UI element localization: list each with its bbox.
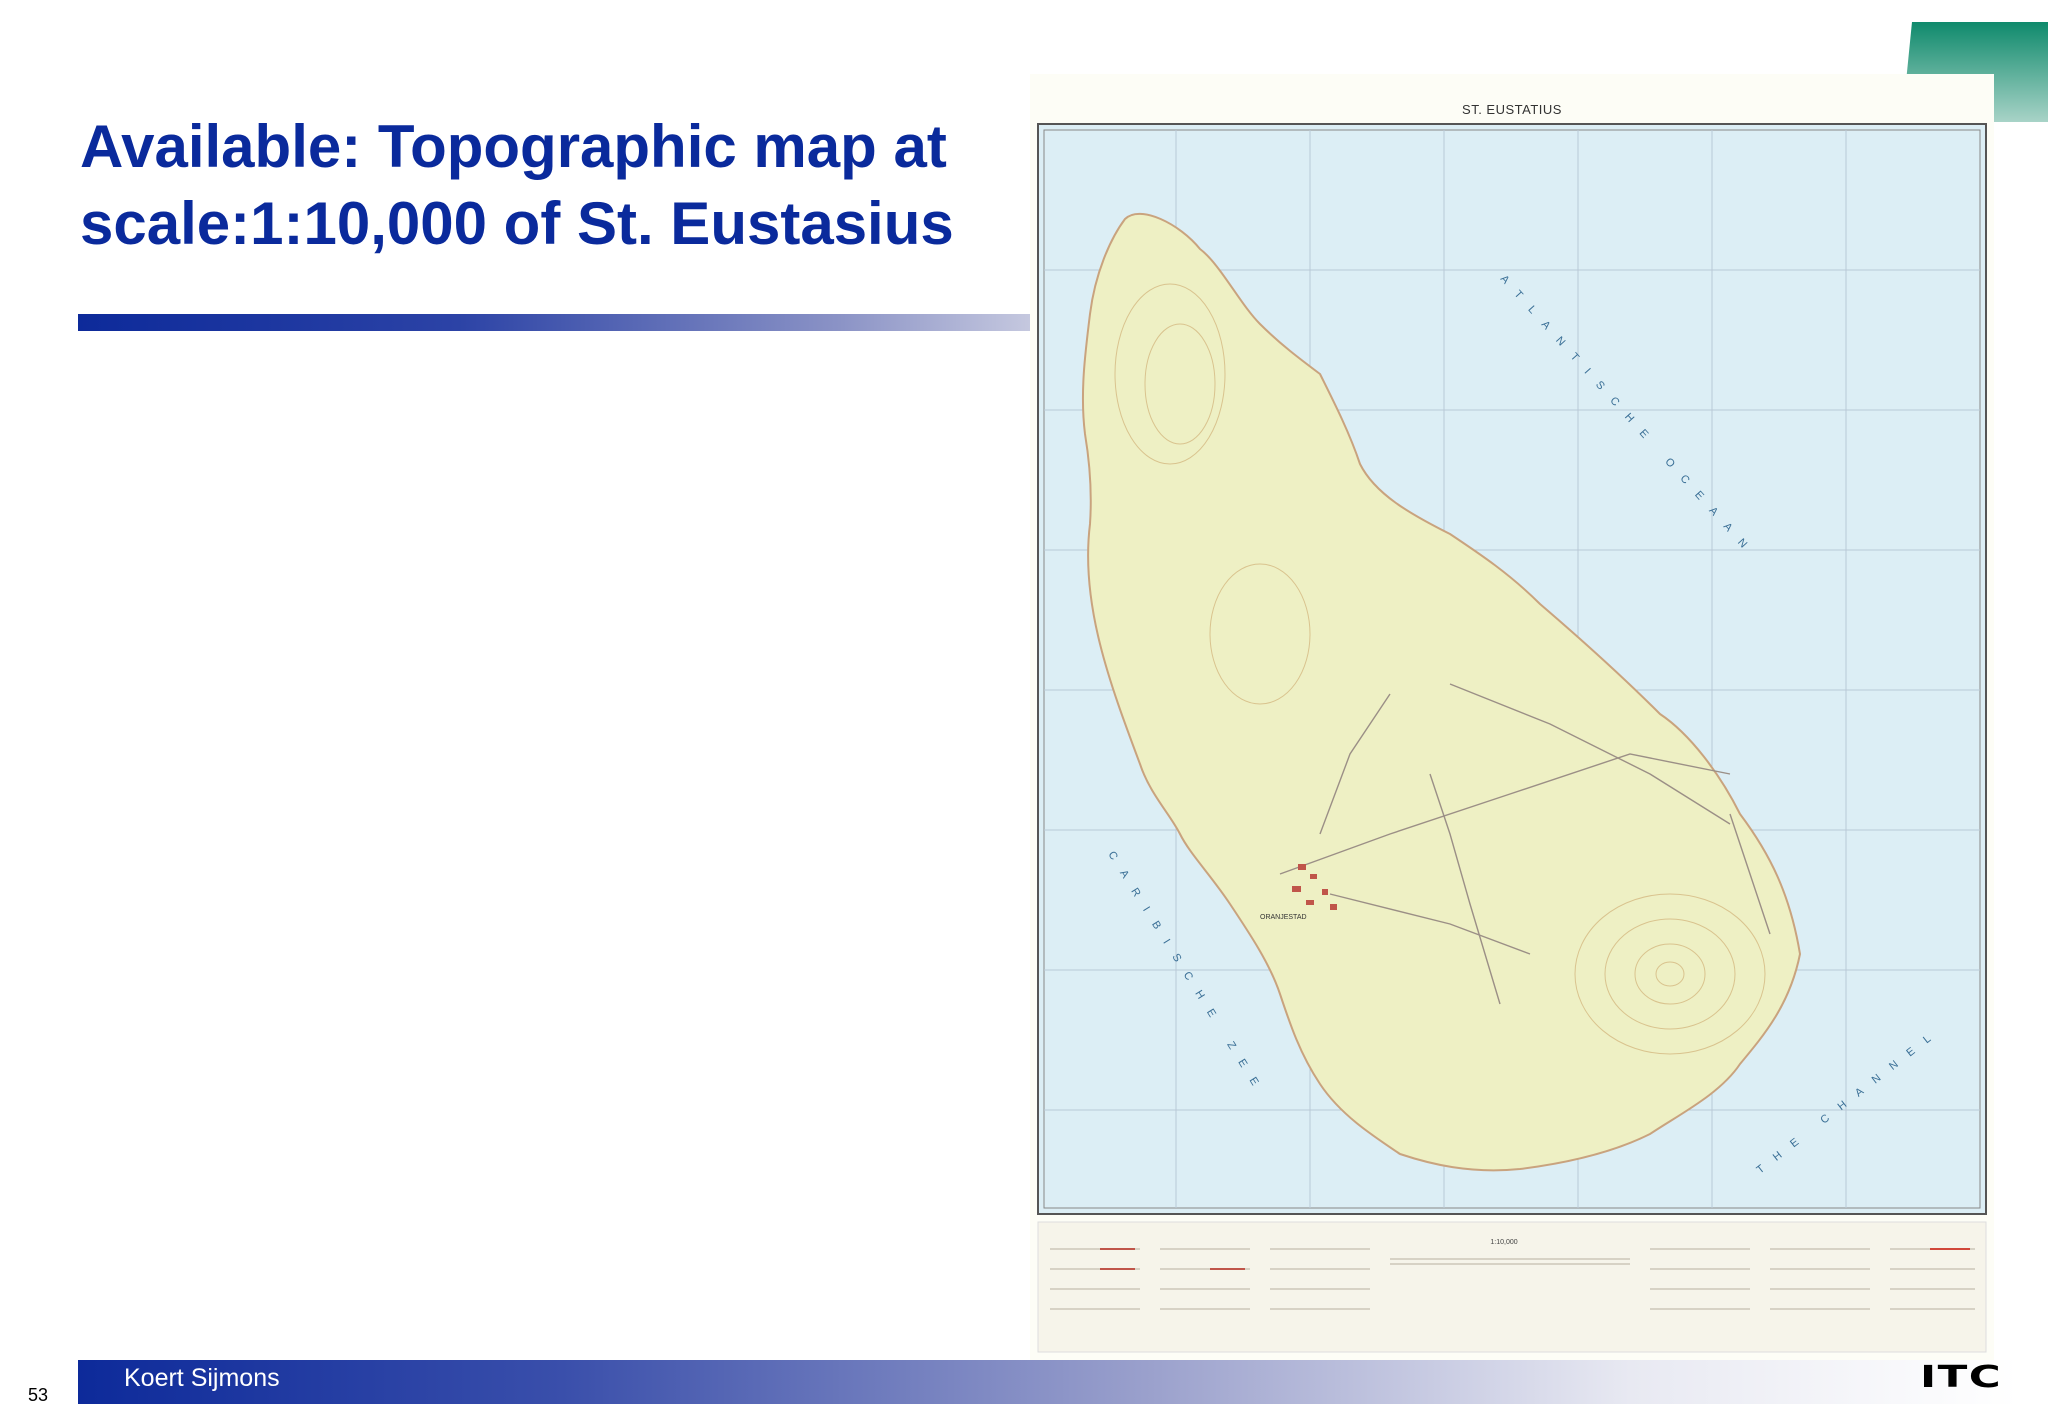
slide-title-line-1: Available: Topographic map at <box>80 113 947 180</box>
slide-title: Available: Topographic map at scale:1:10… <box>80 108 1040 262</box>
page-number: 53 <box>28 1385 49 1405</box>
itc-logo: ITC <box>1920 1360 2003 1395</box>
town-label: ORANJESTAD <box>1260 914 1307 921</box>
map-drawing: ATLANTISCHE OCEAAN CARIBISCHE ZEE THE CH… <box>1037 123 1987 1353</box>
title-underline <box>78 314 1030 331</box>
author-name: Koert Sijmons <box>124 1364 280 1392</box>
topographic-map-image: ST. EUSTATIUS ATLANTISCHE OCEAAN CARIBIS… <box>1030 74 1994 1364</box>
slide-title-line-2: scale:1:10,000 of St. Eustasius <box>80 190 954 257</box>
map-scale-label: 1:10,000 <box>1490 1239 1517 1246</box>
footer-band <box>78 1360 2018 1404</box>
